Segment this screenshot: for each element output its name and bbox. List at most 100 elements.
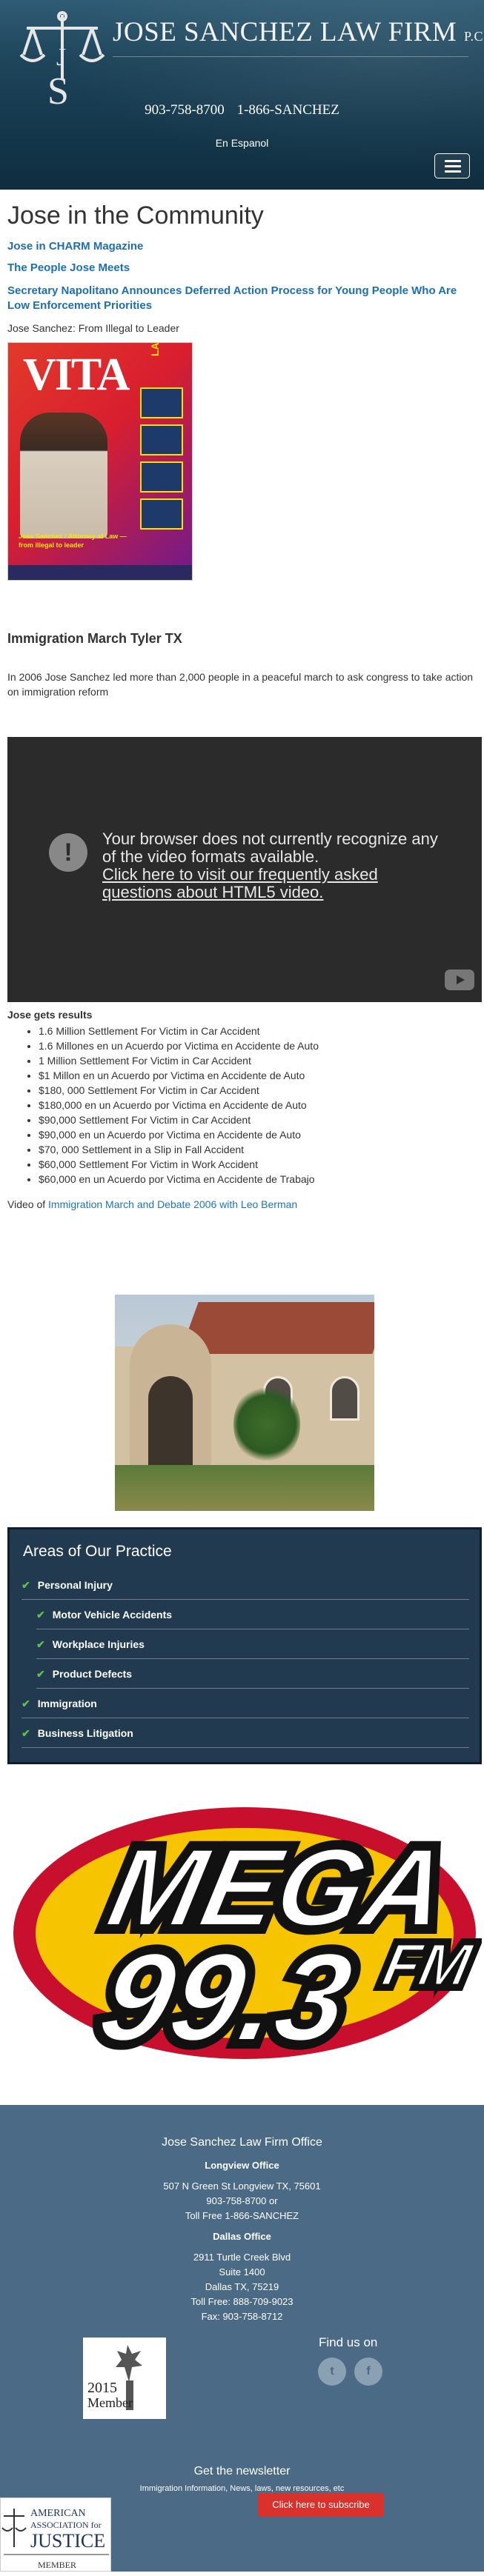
- house-roof: [179, 1302, 374, 1354]
- magazine-cover-image: VITA LATINA Jose Sanchez / Attorney at L…: [7, 342, 193, 581]
- magazine-cover-caption: Jose Sanchez / Attorney at Law — from il…: [19, 533, 127, 549]
- office-dallas-tollfree[interactable]: Toll Free: 888-709-9023: [0, 2296, 484, 2307]
- check-icon: ✔: [36, 1668, 45, 1680]
- office-dallas-address3: Dallas TX, 75219: [205, 2281, 279, 2292]
- video-faq-link[interactable]: Click here to visit our frequently asked…: [102, 866, 451, 901]
- magazine-thumbnails: [140, 387, 183, 535]
- firm-name-text: JOSE SANCHEZ LAW FIRM: [113, 17, 457, 47]
- header-divider: [113, 56, 468, 57]
- immigration-march-video-link[interactable]: Immigration March and Debate 2006 with L…: [48, 1198, 297, 1210]
- logo-text-freq: 99.3: [88, 1927, 363, 2068]
- logo-text-fm: FM: [377, 1932, 478, 1998]
- practice-item-personal-injury[interactable]: ✔ Personal Injury: [21, 1570, 469, 1600]
- practice-item-label: Personal Injury: [37, 1579, 113, 1591]
- practice-item-label: Workplace Injuries: [52, 1638, 145, 1650]
- error-icon: !: [49, 833, 87, 872]
- menu-bar: [445, 160, 461, 162]
- list-item: $70, 000 Settlement in a Slip in Fall Ac…: [39, 1142, 468, 1157]
- scales-of-justice-icon[interactable]: S J: [18, 9, 107, 105]
- office-dallas-name: Dallas Office: [213, 2231, 271, 2242]
- svg-text:S: S: [47, 70, 69, 105]
- office-longview-phone[interactable]: 903-758-8700 or: [0, 2195, 484, 2206]
- magazine-footer-band: [8, 565, 192, 580]
- facebook-icon[interactable]: f: [354, 2358, 382, 2386]
- aaj-logo: AMERICAN ASSOCIATION for JUSTICE MEMBER: [1, 2508, 109, 2570]
- practice-item-business-litigation[interactable]: ✔ Business Litigation: [21, 1718, 469, 1748]
- practice-areas-panel: Areas of Our Practice ✔ Personal Injury ✔…: [7, 1527, 482, 1764]
- practice-item-product-defects[interactable]: ✔ Product Defects: [36, 1659, 469, 1689]
- immigration-march-paragraph: In 2006 Jose Sanchez led more than 2,000…: [7, 671, 474, 698]
- list-item: $180, 000 Settlement For Victim in Car A…: [39, 1083, 468, 1098]
- twitter-icon[interactable]: t: [318, 2358, 346, 2386]
- menu-bar: [445, 165, 461, 167]
- magazine-portrait: [20, 413, 107, 538]
- footer-firm-name: Jose Sanchez Law Firm Office: [162, 2136, 322, 2149]
- link-napolitano-deferred-action[interactable]: Secretary Napolitano Announces Deferred …: [7, 284, 479, 313]
- link-charm-magazine[interactable]: Jose in CHARM Magazine: [7, 240, 143, 253]
- office-dallas-address1: 2911 Turtle Creek Blvd: [193, 2252, 291, 2263]
- thumbnail: [140, 498, 183, 530]
- practice-item-label: Product Defects: [52, 1668, 133, 1680]
- aaj-member-badge: AMERICAN ASSOCIATION for JUSTICE MEMBER: [0, 2497, 111, 2572]
- magazine-title: VITA: [23, 350, 130, 400]
- video-error-message: Your browser does not currently recogniz…: [102, 830, 451, 901]
- house-window: [330, 1376, 359, 1421]
- practice-item-immigration[interactable]: ✔ Immigration: [21, 1689, 469, 1718]
- header-phones: 903-758-8700 1-866-SANCHEZ: [0, 102, 484, 119]
- palm-tree: [233, 1384, 300, 1465]
- results-list: 1.6 Million Settlement For Victim in Car…: [39, 1024, 468, 1187]
- section-heading-immigration-march: Immigration March Tyler TX: [7, 631, 182, 646]
- mega-993-fm-logo[interactable]: MEGA MEGA 99.3 99.3 FM FM: [7, 1785, 482, 2081]
- office-dallas-fax: Fax: 903-758-8712: [201, 2311, 283, 2322]
- list-item: $1 Millon en un Acuerdo por Victima en A…: [39, 1068, 468, 1083]
- phone-tollfree[interactable]: 1-866-SANCHEZ: [237, 102, 339, 118]
- house-garden: [115, 1465, 374, 1511]
- office-longview-name: Longview Office: [205, 2160, 279, 2171]
- thumbnail: [140, 461, 183, 493]
- badge-year: 2015: [87, 2380, 117, 2396]
- hamburger-icon[interactable]: [434, 153, 470, 178]
- magazine-side-text: LATINA: [149, 343, 161, 356]
- svg-text:J: J: [56, 44, 66, 71]
- check-icon: ✔: [36, 1638, 45, 1650]
- magazine-caption: Jose Sanchez: From Illegal to Leader: [7, 322, 179, 334]
- practice-item-label: Motor Vehicle Accidents: [52, 1609, 173, 1621]
- phone-primary[interactable]: 903-758-8700: [145, 102, 225, 118]
- practice-item-workplace-injuries[interactable]: ✔ Workplace Injuries: [36, 1629, 469, 1659]
- badge-label: Member: [87, 2395, 133, 2410]
- list-item: 1 Million Settlement For Victim in Car A…: [39, 1053, 468, 1068]
- link-people-jose-meets[interactable]: The People Jose Meets: [7, 261, 130, 274]
- practice-item-motor-vehicle[interactable]: ✔ Motor Vehicle Accidents: [36, 1600, 469, 1629]
- list-item: $90,000 en un Acuerdo por Victima en Acc…: [39, 1127, 468, 1142]
- aaj-line3: JUSTICE: [30, 2530, 105, 2552]
- list-item: $180,000 en un Acuerdo por Victima en Ac…: [39, 1098, 468, 1112]
- site-header: S J JOSE SANCHEZ LAW FIRM P.C. 903-758-8…: [0, 0, 484, 190]
- liberty-icon: 2015 Member: [87, 2345, 142, 2410]
- list-item: $90,000 Settlement For Victim in Car Acc…: [39, 1112, 468, 1127]
- video-error-text: Your browser does not currently recogniz…: [102, 830, 438, 866]
- youtube-logo-icon[interactable]: [445, 970, 474, 990]
- office-longview-tollfree[interactable]: Toll Free 1-866-SANCHEZ: [0, 2210, 484, 2221]
- newsletter-subtitle: Immigration Information, News, laws, new…: [139, 2484, 345, 2493]
- office-longview-address: 507 N Green St Longview TX, 75601: [163, 2180, 321, 2192]
- house-arch: [148, 1376, 193, 1472]
- member-2015-badge: 2015 Member: [83, 2338, 166, 2419]
- firm-suffix: P.C.: [464, 29, 484, 44]
- house-image: [115, 1295, 374, 1511]
- find-us-label: Find us on: [319, 2335, 378, 2349]
- video-player[interactable]: ! Your browser does not currently recogn…: [7, 737, 482, 1002]
- list-item: $60,000 en un Acuerdo por Victima en Acc…: [39, 1172, 468, 1187]
- list-item: 1.6 Million Settlement For Victim in Car…: [39, 1024, 468, 1038]
- aaj-line1: AMERICAN: [30, 2508, 86, 2519]
- video-line-prefix: Video of: [7, 1198, 46, 1210]
- office-dallas-address2: Suite 1400: [219, 2266, 265, 2278]
- practice-areas-heading: Areas of Our Practice: [23, 1543, 172, 1560]
- firm-name[interactable]: JOSE SANCHEZ LAW FIRM P.C.: [113, 16, 484, 48]
- check-icon: ✔: [21, 1698, 30, 1709]
- subscribe-button[interactable]: Click here to subscribe: [258, 2493, 384, 2517]
- language-link[interactable]: En Espanol: [0, 137, 484, 149]
- results-title: Jose gets results: [7, 1009, 93, 1021]
- newsletter-title: Get the newsletter: [193, 2465, 291, 2477]
- list-item: 1.6 Millones en un Acuerdo por Victima e…: [39, 1038, 468, 1053]
- video-line: Video of Immigration March and Debate 20…: [7, 1198, 297, 1210]
